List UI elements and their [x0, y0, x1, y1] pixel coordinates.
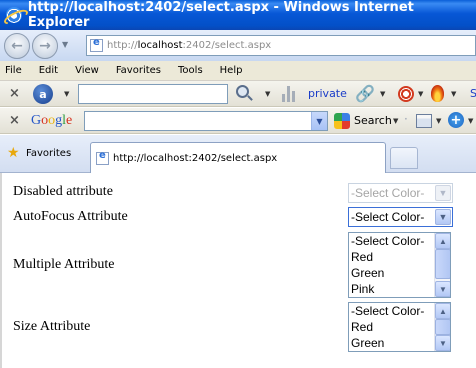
autofocus-select-value: -Select Color-: [351, 210, 425, 224]
bar-chart-icon[interactable]: [282, 86, 296, 102]
window-icon[interactable]: [416, 114, 432, 128]
page-content: Disabled attribute -Select Color- ▼ Auto…: [0, 173, 476, 368]
window-title-bar[interactable]: http://localhost:2402/select.aspx - Wind…: [0, 0, 476, 30]
multiple-attribute-label: Multiple Attribute: [13, 257, 115, 272]
history-dropdown-icon[interactable]: ▼: [62, 40, 68, 49]
scroll-thumb[interactable]: [435, 249, 450, 279]
address-bar[interactable]: http:// localhost :2402/select.aspx: [86, 35, 476, 56]
address-protocol: http://: [107, 40, 138, 51]
link-dropdown-icon[interactable]: ▼: [380, 90, 385, 98]
menu-edit[interactable]: Edit: [39, 65, 58, 76]
ask-search-input[interactable]: [78, 84, 228, 104]
target-dropdown-icon[interactable]: ▼: [418, 90, 423, 98]
fire-icon[interactable]: [431, 85, 444, 102]
scroll-up-icon[interactable]: ▲: [435, 233, 450, 249]
google-search-button[interactable]: Search: [354, 114, 392, 127]
plus-dropdown-icon[interactable]: ▼: [468, 117, 473, 125]
search-icon[interactable]: [236, 85, 249, 98]
autofocus-select[interactable]: -Select Color- ▼: [348, 207, 453, 227]
back-arrow-icon: ←: [11, 38, 23, 54]
ask-dropdown-icon[interactable]: ▼: [64, 90, 69, 98]
chevron-down-icon[interactable]: ▼: [435, 209, 451, 225]
ask-logo-icon[interactable]: a: [33, 84, 53, 104]
chain-link-icon[interactable]: 🔗: [355, 84, 375, 103]
address-row: ← → ▼ http:// localhost :2402/select.asp…: [0, 30, 476, 61]
plus-icon[interactable]: +: [448, 112, 464, 128]
google-search-input[interactable]: ▼: [84, 111, 328, 131]
ie-logo-icon: [6, 7, 22, 23]
forward-button[interactable]: →: [32, 33, 58, 59]
disabled-attribute-label: Disabled attribute: [13, 184, 113, 199]
target-icon[interactable]: [398, 86, 414, 102]
search-dropdown-icon[interactable]: ▼: [265, 90, 270, 98]
chevron-down-icon[interactable]: ▼: [311, 112, 327, 130]
menu-view[interactable]: View: [75, 65, 99, 76]
tab-page-icon: [96, 150, 109, 165]
menu-bar: File Edit View Favorites Tools Help: [0, 61, 476, 81]
menu-tools[interactable]: Tools: [178, 65, 203, 76]
address-host: localhost: [137, 40, 183, 51]
address-path: :2402/select.aspx: [182, 40, 272, 51]
google-search-icon[interactable]: [334, 113, 350, 129]
menu-help[interactable]: Help: [220, 65, 243, 76]
autofocus-attribute-label: AutoFocus Attribute: [13, 209, 128, 224]
scroll-up-icon[interactable]: ▲: [435, 303, 450, 319]
forward-arrow-icon: →: [39, 38, 51, 54]
scrollbar[interactable]: ▲ ▼: [434, 233, 450, 297]
size-select-listbox[interactable]: -Select Color- Red Green ▲ ▼: [348, 302, 451, 352]
ask-toolbar: × a ▼ ▼ private 🔗 ▼ ▼ ▼ S: [0, 81, 476, 107]
google-toolbar: × Google ▼ Search ▼ · ▼ + ▼: [0, 108, 476, 134]
private-link[interactable]: private: [308, 87, 347, 100]
tab-active[interactable]: http://localhost:2402/select.aspx: [90, 142, 386, 173]
window-title: http://localhost:2402/select.aspx - Wind…: [27, 0, 414, 30]
size-attribute-label: Size Attribute: [13, 319, 91, 334]
tab-title: http://localhost:2402/select.aspx: [113, 152, 278, 164]
disabled-select-value: -Select Color-: [351, 186, 425, 200]
favorites-button[interactable]: Favorites: [26, 148, 71, 159]
truncated-toolbar-text[interactable]: S: [470, 87, 476, 100]
menu-favorites[interactable]: Favorites: [116, 65, 161, 76]
back-button[interactable]: ←: [4, 33, 30, 59]
menu-file[interactable]: File: [5, 65, 22, 76]
chevron-down-icon: ▼: [435, 185, 451, 201]
scroll-down-icon[interactable]: ▼: [435, 335, 450, 351]
page-icon: [90, 37, 103, 52]
favorites-star-icon[interactable]: ★: [7, 145, 20, 161]
search-dropdown-icon[interactable]: ▼: [393, 117, 398, 125]
scroll-down-icon[interactable]: ▼: [435, 281, 450, 297]
window-dropdown-icon[interactable]: ▼: [436, 117, 441, 125]
google-logo: Google: [31, 113, 73, 128]
new-tab-button[interactable]: [390, 147, 418, 169]
scroll-thumb[interactable]: [435, 319, 450, 335]
multiple-select-listbox[interactable]: -Select Color- Red Green Pink ▲ ▼: [348, 232, 451, 298]
close-toolbar-icon[interactable]: ×: [9, 86, 20, 101]
toolbar-separator-icon: ·: [404, 112, 408, 126]
fire-dropdown-icon[interactable]: ▼: [451, 90, 456, 98]
favorites-tab-row: ★ Favorites http://localhost:2402/select…: [0, 135, 476, 173]
close-toolbar-icon[interactable]: ×: [9, 113, 20, 128]
disabled-select: -Select Color- ▼: [348, 183, 453, 203]
scrollbar[interactable]: ▲ ▼: [434, 303, 450, 351]
